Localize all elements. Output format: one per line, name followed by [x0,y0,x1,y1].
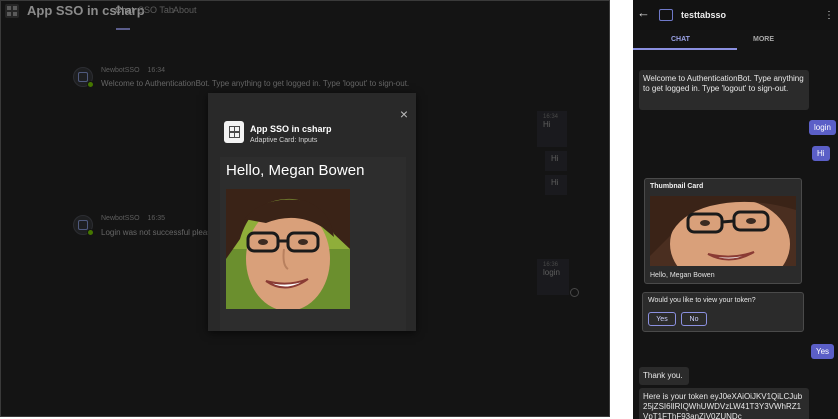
adaptive-card-dialog: × App SSO in csharp Adaptive Card: Input… [208,93,416,331]
dialog-subtitle: Adaptive Card: Inputs [250,137,318,144]
token-message: Here is your token eyJ0eXAiOiJKV1QiLCJub… [639,388,809,419]
tab-more[interactable]: MORE [753,36,774,43]
mobile-tabs: CHAT MORE [633,30,838,50]
user-message: Hi [812,146,830,161]
dialog-title: App SSO in csharp [250,124,332,134]
mobile-header: ← testtabsso ⋮ [633,0,838,30]
bot-message: Thank you. [639,367,689,385]
token-question-card: Would you like to view your token? Yes N… [642,292,804,332]
greeting-text: Hello, Megan Bowen [226,162,365,179]
desktop-teams-window: App SSO in csharp Chat SSO Tab About New… [0,0,610,417]
bot-icon [659,9,673,21]
back-arrow-icon[interactable]: ← [637,6,650,19]
thumbnail-card: Thumbnail Card Hello, Megan Bowen [644,178,802,284]
question-text: Would you like to view your token? [648,297,756,304]
card-title: Thumbnail Card [650,183,704,190]
bot-message: Welcome to AuthenticationBot. Type anyth… [639,70,809,110]
more-options-icon[interactable]: ⋮ [824,10,834,21]
close-icon[interactable]: × [400,107,408,121]
thumbnail-image [650,196,796,266]
active-tab-indicator [633,48,737,50]
user-message: login [809,120,836,135]
profile-photo [226,189,350,309]
card-text: Hello, Megan Bowen [650,272,715,279]
no-button[interactable]: No [681,312,707,326]
mobile-teams-screen: ← testtabsso ⋮ CHAT MORE Welcome to Auth… [633,0,838,419]
bot-name: testtabsso [681,10,727,20]
app-icon [224,121,244,143]
user-message: Yes [811,344,835,359]
yes-button[interactable]: Yes [648,312,676,326]
tab-chat[interactable]: CHAT [671,36,690,43]
